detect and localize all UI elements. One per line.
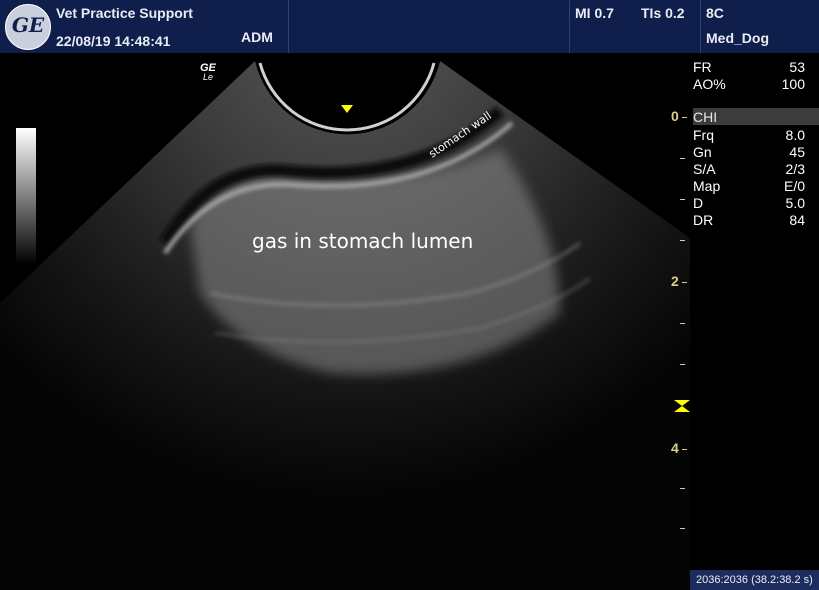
param-row-frq: Frq 8.0 (693, 127, 805, 143)
param-row-dr: DR 84 (693, 212, 805, 228)
operator-id: ADM (241, 29, 273, 45)
exam-datetime: 22/08/19 14:48:41 (56, 33, 171, 49)
depth-tick (680, 199, 685, 200)
top-marker-icon (341, 105, 353, 113)
param-row-sa: S/A 2/3 (693, 161, 805, 177)
param-row-fr: FR 53 (693, 59, 805, 75)
cine-status-bar[interactable]: 2036:2036 (38.2:38.2 s) (690, 570, 819, 590)
param-row-ao: AO% 100 (693, 76, 805, 92)
header-empty-cell (288, 0, 570, 53)
depth-label-2: 2 (671, 273, 679, 289)
cine-frames: 2036:2036 (696, 574, 748, 586)
probe-orientation-sub: Le (203, 72, 213, 82)
header-bar: GE Vet Practice Support 22/08/19 14:48:4… (0, 0, 819, 53)
lumen-annotation[interactable]: gas in stomach lumen (252, 229, 473, 253)
ultrasound-image[interactable]: GE Le stomach wall gas in stomach lumen (0, 53, 690, 590)
thermal-index: TIs 0.2 (641, 5, 685, 21)
depth-tick (680, 240, 685, 241)
depth-tick (680, 528, 685, 529)
depth-tick (682, 449, 687, 450)
probe-name: 8C (706, 5, 724, 21)
param-row-map: Map E/0 (693, 178, 805, 194)
depth-label-4: 4 (671, 440, 679, 456)
depth-tick (680, 158, 685, 159)
institution-name: Vet Practice Support (56, 5, 193, 21)
depth-tick (680, 323, 685, 324)
depth-tick (682, 117, 687, 118)
depth-tick (680, 488, 685, 489)
cine-time: (38.2:38.2 s) (751, 574, 813, 586)
mechanical-index: MI 0.7 (575, 5, 614, 21)
focus-zone-icon[interactable] (673, 399, 691, 413)
preset-name: Med_Dog (706, 30, 769, 46)
ge-logo-icon: GE (5, 4, 51, 50)
mode-label[interactable]: CHI (693, 109, 717, 125)
depth-tick (680, 364, 685, 365)
param-row-gn: Gn 45 (693, 144, 805, 160)
param-row-d: D 5.0 (693, 195, 805, 211)
depth-tick (682, 282, 687, 283)
depth-label-0: 0 (671, 108, 679, 124)
grayscale-map-bar (16, 128, 36, 264)
